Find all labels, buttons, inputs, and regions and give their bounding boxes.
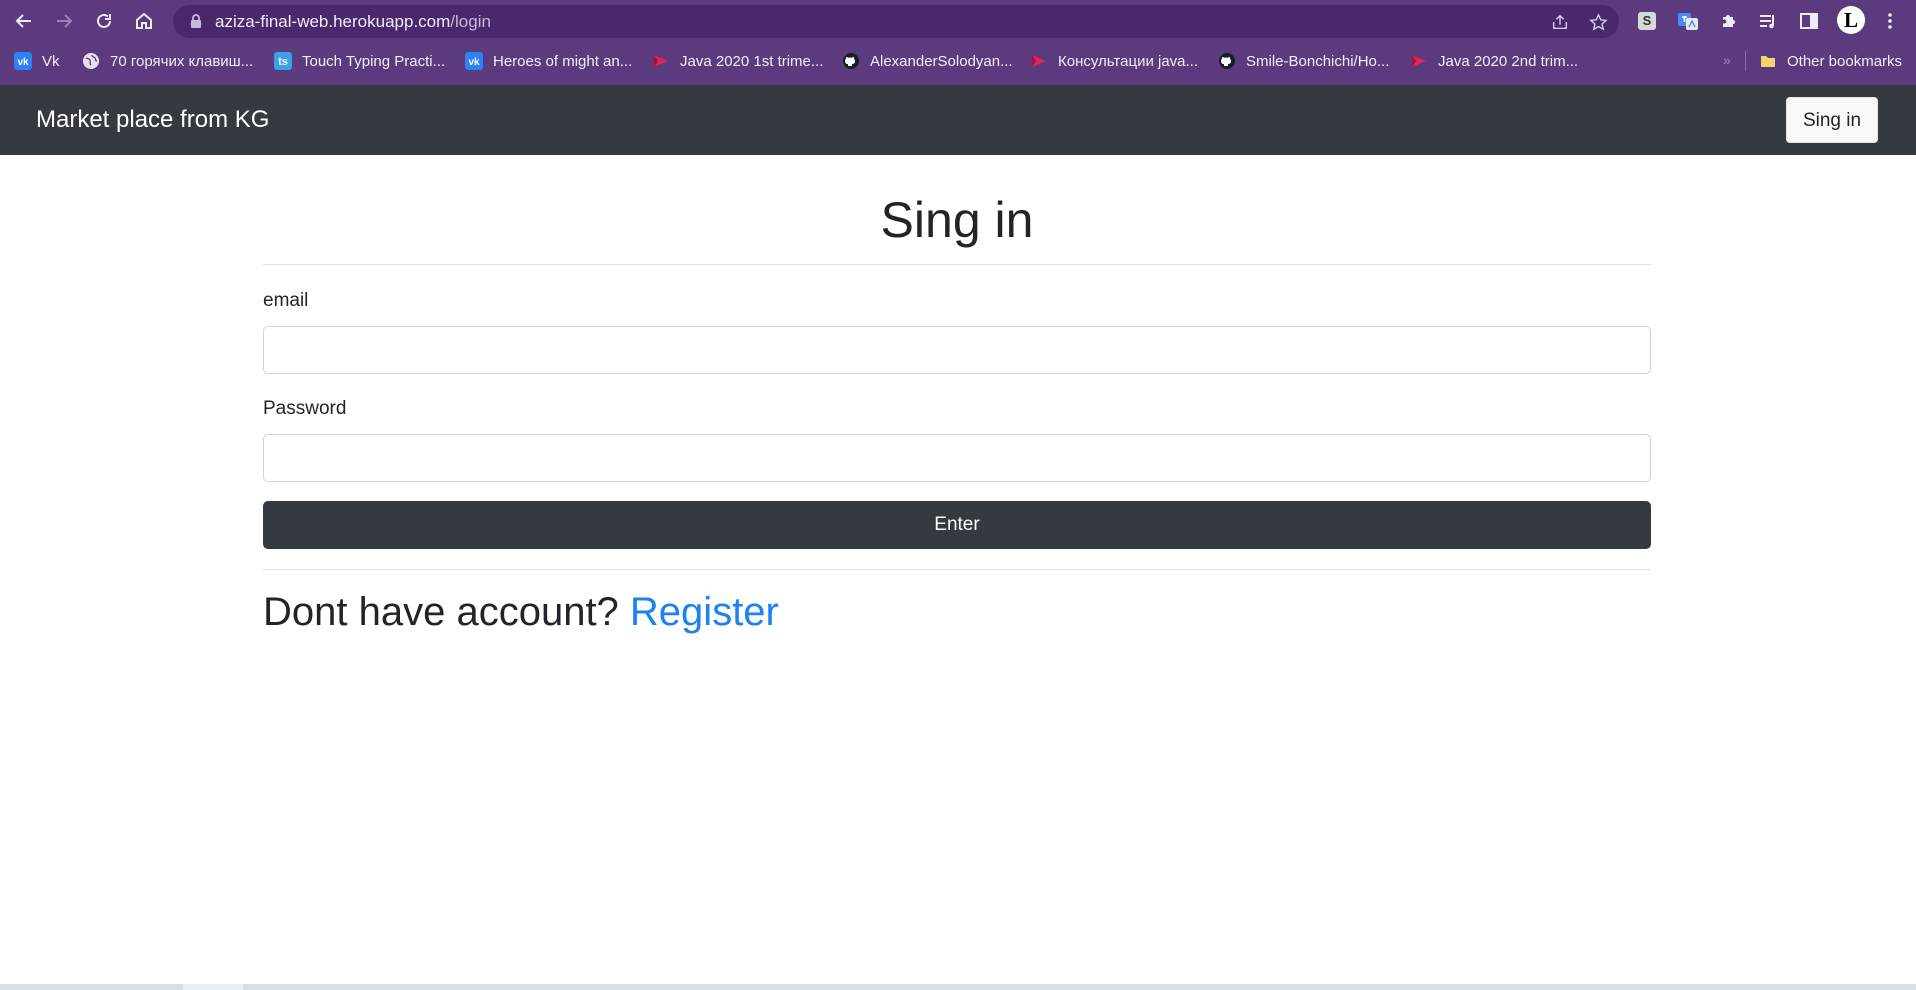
arrow-left-icon: [15, 14, 31, 28]
svg-text:ts: ts: [278, 56, 288, 68]
bookmark-label: Консультации java...: [1058, 52, 1199, 70]
reload-button[interactable]: [90, 7, 118, 35]
profile-avatar-button[interactable]: L: [1837, 6, 1865, 34]
extensions-button[interactable]: [1717, 9, 1741, 33]
browser-toolbar: aziza-final-web.herokuapp.com/login S L: [0, 0, 1916, 43]
horizontal-scrollbar[interactable]: [0, 984, 1916, 990]
register-link[interactable]: Register: [630, 590, 779, 634]
side-panel-icon: [1800, 13, 1818, 29]
form-divider: [263, 569, 1651, 570]
bookmark-item[interactable]: Java 2020 1st trime...: [652, 48, 823, 74]
bookmarks-divider: [1745, 51, 1746, 71]
vk-icon: vk: [14, 52, 32, 70]
globe-icon: [82, 52, 100, 70]
bookmarks-bar: vk Vk 70 горячих клавиш... ts Touch Typing P…: [0, 46, 1916, 76]
brand-link[interactable]: Market place from KG: [36, 85, 269, 155]
forward-button[interactable]: [50, 7, 78, 35]
register-prompt-text: Dont have account?: [263, 590, 630, 634]
reading-list-button[interactable]: [1756, 9, 1780, 33]
bookmark-item[interactable]: AlexanderSolodyan...: [842, 48, 1013, 74]
vk-icon: vk: [465, 52, 483, 70]
ts-icon: ts: [274, 52, 292, 70]
play-icon: [1410, 52, 1428, 70]
side-panel-button[interactable]: [1797, 9, 1821, 33]
address-bar[interactable]: aziza-final-web.herokuapp.com/login: [173, 5, 1619, 38]
github-icon: [1218, 52, 1236, 70]
arrow-right-icon: [57, 14, 73, 28]
register-prompt: Dont have account? Register: [263, 587, 779, 637]
lock-icon: [191, 14, 201, 28]
home-icon: [136, 12, 152, 29]
other-bookmarks-label: Other bookmarks: [1787, 52, 1903, 70]
email-label: email: [263, 290, 309, 311]
svg-text:vk: vk: [468, 57, 480, 68]
bookmark-item[interactable]: Java 2020 2nd trim...: [1410, 48, 1578, 74]
avatar: L: [1837, 6, 1865, 34]
play-icon: [652, 52, 670, 70]
kebab-menu-icon: [1888, 13, 1892, 29]
folder-icon: [1759, 52, 1777, 70]
bookmark-item[interactable]: Smile-Bonchichi/Ho...: [1218, 48, 1389, 74]
playlist-icon: [1760, 15, 1774, 29]
bookmark-item[interactable]: ts Touch Typing Practi...: [274, 48, 445, 74]
title-divider: [263, 264, 1651, 265]
back-button[interactable]: [10, 7, 38, 35]
bookmark-label: AlexanderSolodyan...: [870, 52, 1013, 70]
bookmark-label: Smile-Bonchichi/Ho...: [1246, 52, 1390, 70]
other-bookmarks-folder[interactable]: Other bookmarks: [1759, 48, 1902, 74]
bookmark-label: Heroes of might an...: [493, 52, 633, 70]
translate-extension-button[interactable]: [1676, 9, 1700, 33]
email-field[interactable]: [263, 326, 1651, 374]
url-path: /login: [450, 12, 491, 31]
share-icon: [1552, 14, 1568, 30]
share-button[interactable]: [1549, 11, 1571, 33]
password-label: Password: [263, 398, 347, 419]
bookmark-label: Java 2020 2nd trim...: [1438, 52, 1579, 70]
page-title: Sing in: [880, 192, 1034, 248]
s-extension-icon: S: [1638, 12, 1656, 30]
bookmark-item[interactable]: vk Heroes of might an...: [465, 48, 632, 74]
navbar-signin-button[interactable]: Sing in: [1786, 97, 1878, 143]
puzzle-icon: [1723, 15, 1735, 27]
translate-icon: [1678, 13, 1698, 30]
site-navbar: Market place from KG Sing in: [0, 85, 1916, 155]
bookmark-item[interactable]: vk Vk: [14, 48, 60, 74]
extension-s-button[interactable]: S: [1635, 9, 1659, 33]
enter-button[interactable]: Enter: [263, 501, 1651, 549]
url-text: aziza-final-web.herokuapp.com/login: [215, 5, 491, 38]
browser-menu-button[interactable]: [1878, 9, 1902, 33]
password-field[interactable]: [263, 434, 1651, 482]
scrollbar-thumb[interactable]: [183, 984, 243, 990]
svg-text:vk: vk: [17, 57, 29, 68]
bookmark-label: 70 горячих клавиш...: [110, 52, 254, 70]
github-icon: [842, 52, 860, 70]
star-icon: [1588, 12, 1608, 31]
bookmark-label: Vk: [42, 52, 60, 70]
browser-chrome: aziza-final-web.herokuapp.com/login S L: [0, 0, 1916, 85]
bookmarks-overflow-button[interactable]: »: [1723, 47, 1731, 73]
bookmark-item[interactable]: 70 горячих клавиш...: [82, 48, 253, 74]
reload-icon: [97, 13, 111, 28]
play-icon: [1030, 52, 1048, 70]
bookmark-star-button[interactable]: [1587, 11, 1609, 33]
bookmark-label: Touch Typing Practi...: [302, 52, 446, 70]
bookmark-label: Java 2020 1st trime...: [680, 52, 824, 70]
url-host: aziza-final-web.herokuapp.com: [215, 12, 451, 31]
bookmark-item[interactable]: Консультации java...: [1030, 48, 1198, 74]
home-button[interactable]: [130, 7, 158, 35]
